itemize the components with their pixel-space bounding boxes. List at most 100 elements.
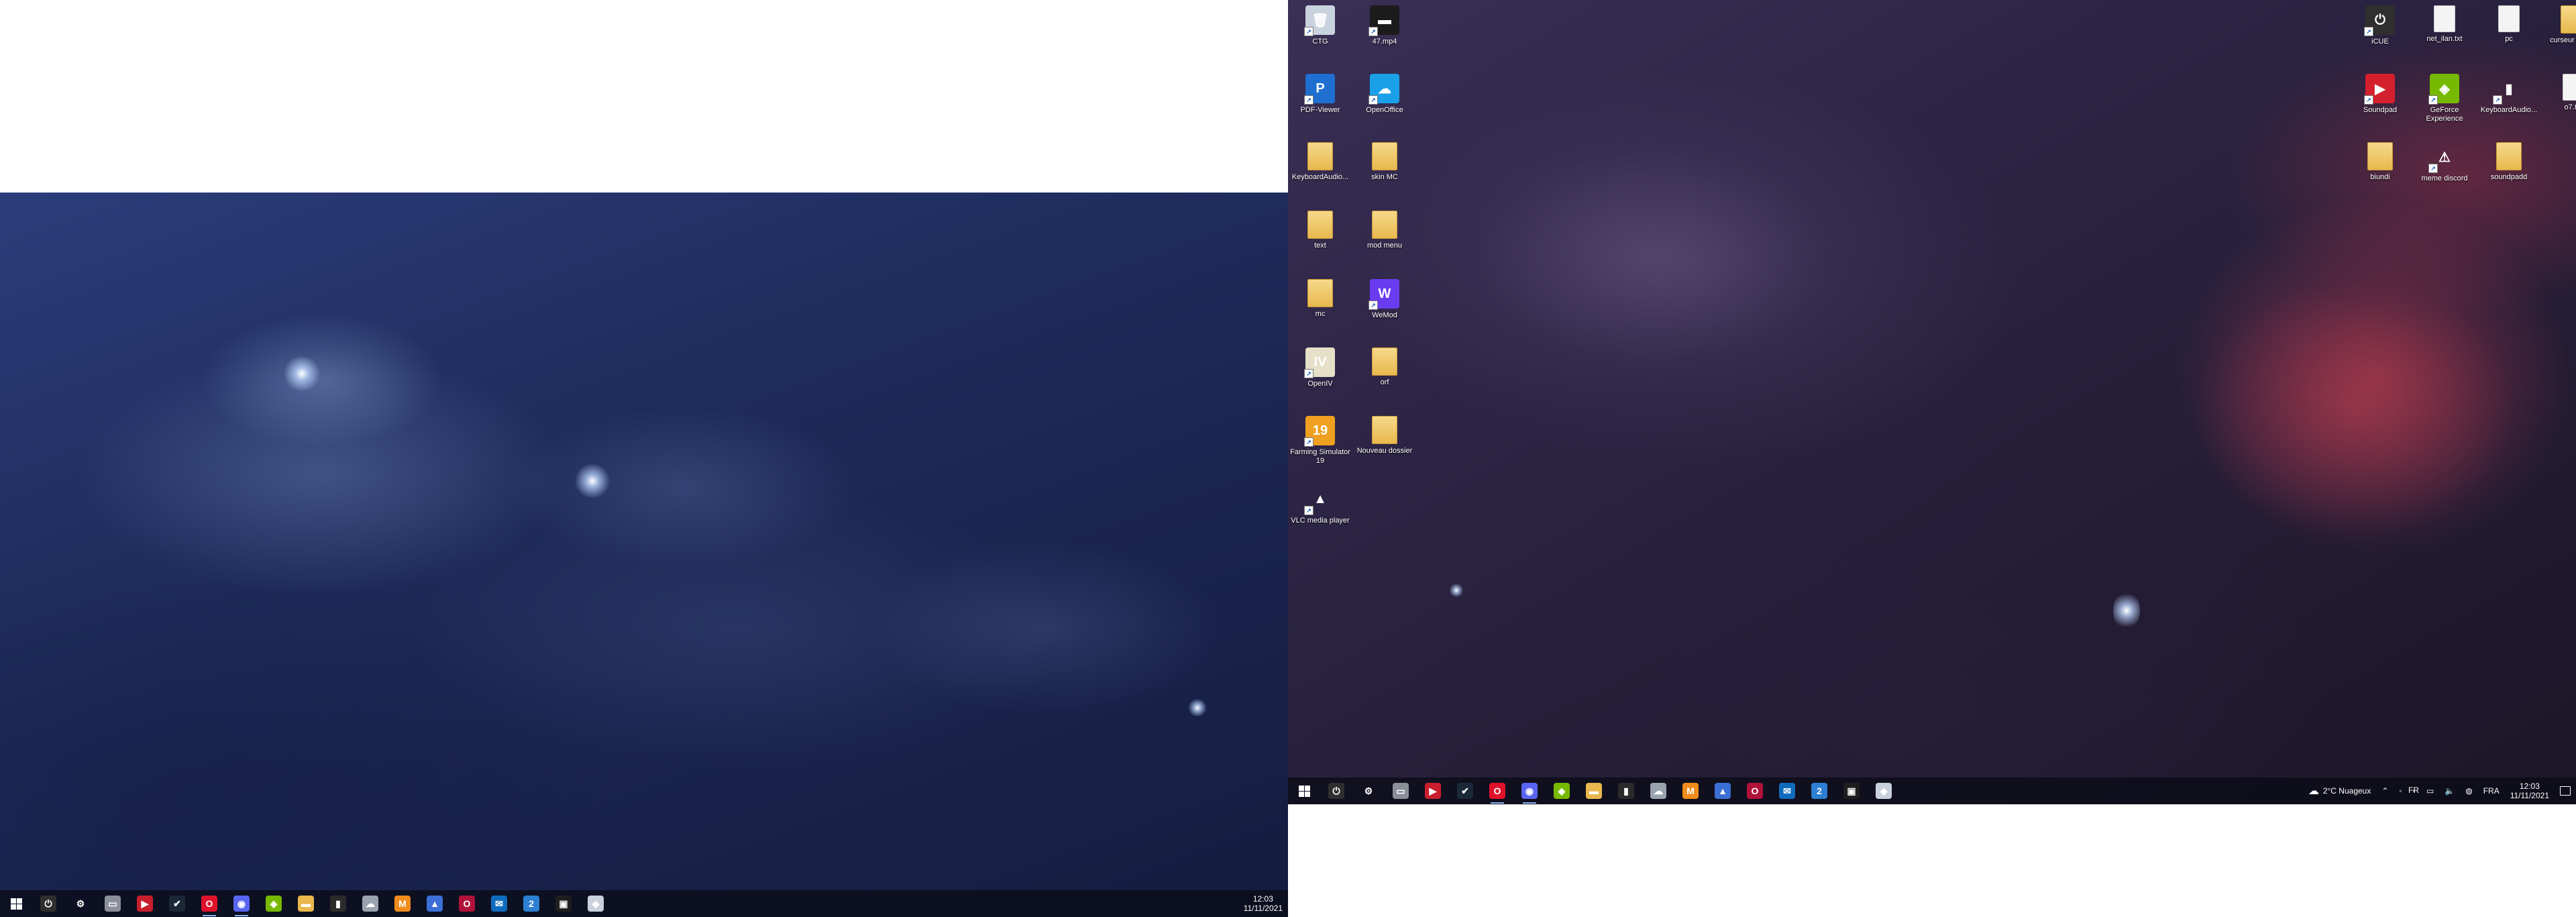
taskbar-app-opera-gx[interactable]: O <box>451 890 483 917</box>
taskbar-app-discord[interactable]: ◉ <box>225 890 258 917</box>
openiv-icon: IV ↗ <box>1304 347 1335 378</box>
cloud-app-icon: ☁ <box>362 896 378 912</box>
taskbar-app-drive[interactable]: ▭ <box>1385 777 1417 804</box>
action-center-button[interactable] <box>2555 786 2576 796</box>
taskbar-app-opera[interactable]: O <box>193 890 225 917</box>
speaker-icon: 🔈 <box>2445 786 2455 796</box>
taskbar-app-icue[interactable]: ⏻ <box>32 890 64 917</box>
taskbar-left: ⏻ ⚙ ▭ ▶ ✔ O ◉ ◈ ▬ ▮ ☁ M ▲ O ✉ 2 ▣ ◆ 12:03 11/11/2021 <box>0 890 1288 917</box>
taskbar-app-maven[interactable]: M <box>1674 777 1707 804</box>
taskbar-app-vmware[interactable]: ☁ <box>354 890 386 917</box>
taskbar-app-file-explorer[interactable]: ▬ <box>290 890 322 917</box>
shortcut-arrow-icon: ↗ <box>1368 27 1378 36</box>
taskbar-app-mail[interactable]: ✉ <box>483 890 515 917</box>
desktop-icon[interactable]: IV ↗ OpenIV <box>1288 347 1352 388</box>
steam-icon: ✔ <box>169 896 185 912</box>
taskbar-app-file-explorer[interactable]: ▬ <box>1578 777 1610 804</box>
taskbar-app-icue[interactable]: ⏻ <box>1320 777 1352 804</box>
taskbar-app-settings[interactable]: ⚙ <box>1352 777 1385 804</box>
desktop-icon[interactable]: W ↗ WeMod <box>1352 279 1417 320</box>
desktop-icon[interactable]: soundpadd <box>2477 142 2541 182</box>
volume-button[interactable]: 🔈 <box>2439 786 2460 796</box>
taskbar-app-vmware[interactable]: ☁ <box>1642 777 1674 804</box>
taskbar-app-mail[interactable]: ✉ <box>1771 777 1803 804</box>
tray-overflow-button[interactable]: ⌃ <box>2376 786 2394 796</box>
taskbar-app-audio-app[interactable]: ▮ <box>322 890 354 917</box>
clock-time: 12:03 <box>2519 781 2540 791</box>
taskbar-app-youtube[interactable]: ▶ <box>1417 777 1449 804</box>
desktop-icon[interactable]: 19 ↗ Farming Simulator 19 <box>1288 416 1352 466</box>
left-monitor-desktop[interactable]: ⏻ ⚙ ▭ ▶ ✔ O ◉ ◈ ▬ ▮ ☁ M ▲ O ✉ 2 ▣ ◆ 12:03 11/11/2021 <box>0 193 1288 917</box>
tray-app[interactable]: ◦ <box>2408 786 2421 796</box>
chart-icon: ▲ <box>1715 783 1731 799</box>
desktop-icon[interactable]: ▬ ↗ 47.mp4 <box>1352 5 1417 46</box>
clock[interactable]: 12:03 11/11/2021 <box>1238 894 1288 913</box>
folder-icon <box>1307 142 1333 170</box>
taskbar-app-chart-app[interactable]: ▲ <box>419 890 451 917</box>
desktop-icon[interactable]: ▮ ↗ KeyboardAudio... <box>2477 74 2541 115</box>
right-monitor-desktop[interactable]: 🗑 ↗ CTG ▬ ↗ 47.mp4 P ↗ PDF-Viewer ☁ ↗ OpenOffice Key… <box>1288 0 2576 804</box>
desktop-icon[interactable]: curseur roblox <box>2541 5 2576 45</box>
taskbar-app-chart-app[interactable]: ▲ <box>1707 777 1739 804</box>
taskbar-app-nvidia[interactable]: ◈ <box>1546 777 1578 804</box>
clock[interactable]: 12:03 11/11/2021 <box>2505 781 2555 800</box>
desktop-icon[interactable]: Nouveau dossier <box>1352 416 1417 455</box>
star-glow <box>2113 590 2140 631</box>
desktop-icon[interactable]: KeyboardAudio... <box>1288 142 1352 182</box>
start-button[interactable] <box>1288 777 1320 804</box>
desktop-icon-label: KeyboardAudio... <box>1291 173 1349 181</box>
calendar-icon: 2 <box>523 896 539 912</box>
taskbar-app-virtualbox[interactable]: ◆ <box>1868 777 1900 804</box>
taskbar-app-steam[interactable]: ✔ <box>1449 777 1481 804</box>
desktop-icon[interactable]: skin MC <box>1352 142 1417 182</box>
desktop-icon[interactable]: ▶ ↗ Soundpad <box>2348 74 2412 115</box>
desktop-icon[interactable]: orf <box>1352 347 1417 387</box>
language-indicator[interactable]: FRA <box>2478 786 2505 796</box>
taskbar-app-settings[interactable]: ⚙ <box>64 890 97 917</box>
taskbar-app-discord[interactable]: ◉ <box>1513 777 1546 804</box>
weather-widget[interactable]: ☁ 2°C Nuageux <box>2303 784 2377 798</box>
desktop-icon[interactable]: pc <box>2477 5 2541 44</box>
taskbar-app-terminal[interactable]: ▣ <box>547 890 580 917</box>
taskbar-app-drive[interactable]: ▭ <box>97 890 129 917</box>
headset-button[interactable]: ◍ <box>2460 786 2477 796</box>
desktop-icon[interactable]: o7.txt <box>2541 74 2576 112</box>
desktop-icon[interactable]: mod menu <box>1352 211 1417 250</box>
desktop-icon-label: soundpadd <box>2490 173 2528 181</box>
taskbar-app-steam[interactable]: ✔ <box>161 890 193 917</box>
desktop-icon[interactable]: ◈ ↗ GeForce Experience <box>2412 74 2477 123</box>
taskbar-app-virtualbox[interactable]: ◆ <box>580 890 612 917</box>
desktop-icon-label: CTG <box>1312 38 1328 46</box>
desktop-icon[interactable]: ▲ ↗ VLC media player <box>1288 484 1352 525</box>
shortcut-arrow-icon: ↗ <box>1304 437 1313 447</box>
taskbar-app-terminal[interactable]: ▣ <box>1835 777 1868 804</box>
icue-icon: ⏻ <box>40 896 56 912</box>
taskbar-app-maven[interactable]: M <box>386 890 419 917</box>
shortcut-arrow-icon: ↗ <box>1304 369 1313 378</box>
youtube-icon: ▶ <box>137 896 153 912</box>
icue-icon: ⏻ <box>1328 783 1344 799</box>
taskbar-app-youtube[interactable]: ▶ <box>129 890 161 917</box>
desktop-icon[interactable]: net_ilan.txt <box>2412 5 2477 44</box>
desktop-icon[interactable]: text <box>1288 211 1352 250</box>
desktop-icon[interactable]: ⏻ ↗ iCUE <box>2348 5 2412 46</box>
taskbar-app-opera-gx[interactable]: O <box>1739 777 1771 804</box>
start-button[interactable] <box>0 890 32 917</box>
app-tray-icon: ◦ <box>2399 786 2402 796</box>
desktop-icon[interactable]: 🗑 ↗ CTG <box>1288 5 1352 46</box>
taskbar-app-opera[interactable]: O <box>1481 777 1513 804</box>
desktop-icon[interactable]: ☁ ↗ OpenOffice <box>1352 74 1417 115</box>
network-button[interactable]: ▭ <box>2421 786 2439 796</box>
doc-file-icon <box>2498 5 2520 32</box>
desktop-icon[interactable]: P ↗ PDF-Viewer <box>1288 74 1352 115</box>
desktop-icon[interactable]: biundi <box>2348 142 2412 182</box>
desktop-icon[interactable]: mc <box>1288 279 1352 319</box>
taskbar-app-calendar-app[interactable]: 2 <box>515 890 547 917</box>
taskbar-app-audio-app[interactable]: ▮ <box>1610 777 1642 804</box>
windows-logo-icon <box>1298 785 1310 797</box>
taskbar-app-calendar-app[interactable]: 2 <box>1803 777 1835 804</box>
tray-app[interactable]: ◦ <box>2394 786 2407 796</box>
shortcut-arrow-icon: ↗ <box>1304 95 1313 105</box>
taskbar-app-nvidia[interactable]: ◈ <box>258 890 290 917</box>
desktop-icon[interactable]: ⚠ ↗ meme discord <box>2412 142 2477 183</box>
